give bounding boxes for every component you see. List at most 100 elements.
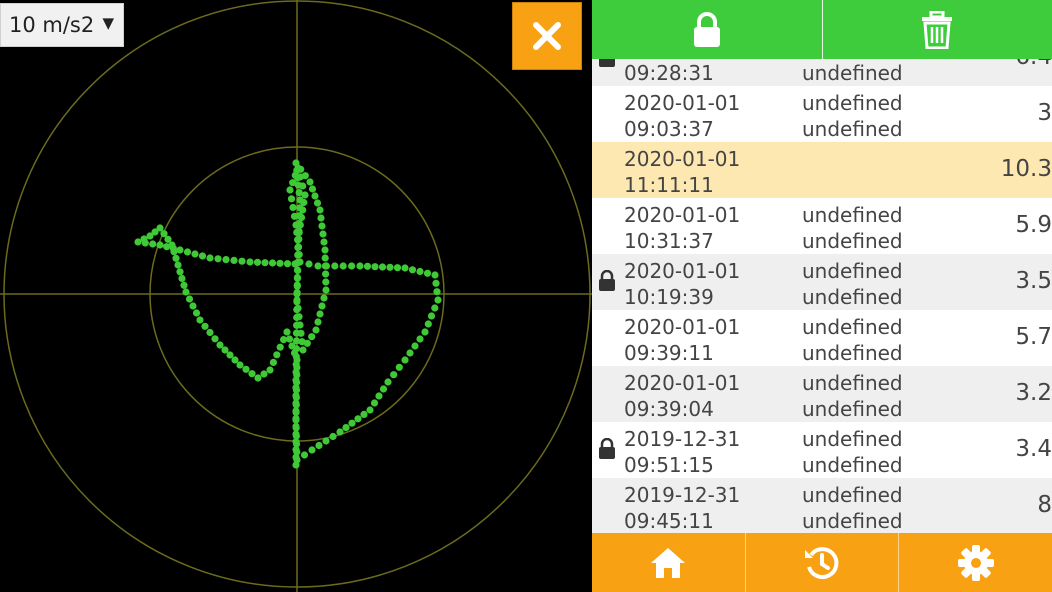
record-value: 3 xyxy=(1037,100,1052,126)
trace-point xyxy=(292,221,300,229)
record-row[interactable]: 2020-01-01 10:19:39 undefined undefined 3.5 xyxy=(592,254,1052,310)
trace-point xyxy=(342,424,350,432)
record-datetime: 2020-01-01 11:11:11 xyxy=(624,146,740,198)
trace-point xyxy=(296,321,304,329)
trace-point xyxy=(297,329,305,337)
record-status-line1: undefined xyxy=(802,91,903,115)
close-button[interactable] xyxy=(512,2,582,70)
trace-point xyxy=(363,262,372,270)
trace-point xyxy=(318,302,326,310)
trace-point xyxy=(416,267,424,276)
trace-point xyxy=(300,451,309,459)
settings-button[interactable] xyxy=(898,533,1052,592)
trace-point xyxy=(293,356,301,364)
records-list[interactable]: 09:28:31undefined6.42020-01-0109:03:37un… xyxy=(592,59,1052,533)
trace-point xyxy=(156,241,164,249)
history-button[interactable] xyxy=(744,533,899,592)
chevron-down-icon: ▼ xyxy=(102,14,114,32)
record-value: 5.7 xyxy=(1015,324,1052,350)
record-value: 3.2 xyxy=(1015,380,1052,406)
trace-point xyxy=(322,278,330,286)
trace-point xyxy=(283,328,291,336)
trace-point xyxy=(318,222,326,230)
trace-point xyxy=(322,270,330,278)
trace-point xyxy=(393,264,402,272)
record-row[interactable]: 2019-12-31 09:51:15 undefined undefined 3.4 xyxy=(592,422,1052,478)
trace-point xyxy=(316,206,324,214)
trace-point xyxy=(299,206,307,214)
record-row[interactable]: 09:28:31 undefined 6.4 xyxy=(592,59,1052,86)
trace-point xyxy=(196,316,204,324)
trace-point xyxy=(312,326,320,334)
record-status: undefined undefined xyxy=(802,426,903,478)
trace-point xyxy=(322,286,330,294)
record-status-line2: undefined xyxy=(802,117,903,141)
plot-canvas xyxy=(0,0,592,592)
record-status-line1: undefined xyxy=(802,371,903,395)
trace-point xyxy=(339,262,347,270)
trace-point xyxy=(276,343,284,351)
trace-point xyxy=(305,260,313,268)
lock-button[interactable] xyxy=(592,0,822,59)
record-status-line2: undefined xyxy=(802,397,903,421)
trace-point xyxy=(314,318,322,326)
trace-point xyxy=(172,254,180,262)
record-time: 09:39:04 xyxy=(624,397,714,421)
record-date: 2020-01-01 xyxy=(624,259,741,283)
delete-button[interactable] xyxy=(821,0,1052,59)
close-icon xyxy=(533,22,561,50)
record-status: undefined undefined xyxy=(802,370,903,422)
trace-point xyxy=(292,401,300,409)
acceleration-trace xyxy=(134,159,442,469)
trace-point xyxy=(182,288,190,296)
trace-point xyxy=(230,256,238,264)
trace-point xyxy=(321,246,329,254)
trace-point xyxy=(293,371,301,379)
record-status-line2: undefined xyxy=(802,453,903,477)
record-row[interactable]: 2020-01-01 09:03:37 undefined undefined 3 xyxy=(592,86,1052,142)
record-time: 11:11:11 xyxy=(624,173,714,197)
bottom-navigation xyxy=(592,533,1052,592)
record-status-line2: undefined xyxy=(802,341,903,365)
trace-point xyxy=(293,273,301,282)
trace-point xyxy=(169,244,177,252)
trace-point xyxy=(183,248,192,256)
trace-point xyxy=(431,271,439,279)
trace-point xyxy=(273,351,281,359)
trace-point xyxy=(322,262,330,270)
record-row[interactable]: 2019-12-31 09:45:11 undefined undefined 8 xyxy=(592,478,1052,533)
trace-point xyxy=(260,370,268,378)
trace-point xyxy=(214,255,222,263)
trace-point xyxy=(319,230,327,238)
trace-point xyxy=(246,258,254,266)
trace-point xyxy=(191,250,199,258)
trace-point xyxy=(386,263,394,271)
record-datetime: 2020-01-01 09:39:04 xyxy=(624,370,740,422)
trace-point xyxy=(294,236,302,244)
record-row[interactable]: 2020-01-01 11:11:11 10.3 xyxy=(592,142,1052,198)
trace-point xyxy=(293,378,301,387)
home-button[interactable] xyxy=(592,533,745,592)
trace-point xyxy=(201,322,209,330)
record-row[interactable]: 2020-01-01 09:39:11 undefined undefined 5.7 xyxy=(592,310,1052,366)
trace-point xyxy=(308,185,317,193)
trace-point xyxy=(149,240,157,248)
trace-point xyxy=(292,424,300,432)
trace-point xyxy=(370,399,379,407)
record-row[interactable]: 2020-01-01 10:31:37 undefined undefined 5.9 xyxy=(592,198,1052,254)
trace-point xyxy=(289,179,297,187)
record-datetime: 09:28:31 xyxy=(624,59,714,86)
record-value: 5.9 xyxy=(1015,212,1052,238)
trace-point xyxy=(293,363,301,372)
scale-dropdown[interactable]: 10 m/s2 ▼ xyxy=(0,3,124,47)
trace-point xyxy=(390,371,398,379)
trace-point xyxy=(286,186,294,194)
record-row[interactable]: 2020-01-01 09:39:04 undefined undefined 3.2 xyxy=(592,366,1052,422)
trace-point xyxy=(292,386,301,394)
record-datetime: 2020-01-01 10:31:37 xyxy=(624,202,740,254)
trace-point xyxy=(254,374,262,382)
trace-point xyxy=(291,260,299,268)
trace-point xyxy=(311,192,319,200)
trace-point xyxy=(356,262,364,270)
record-datetime: 2019-12-31 09:51:15 xyxy=(624,426,740,478)
